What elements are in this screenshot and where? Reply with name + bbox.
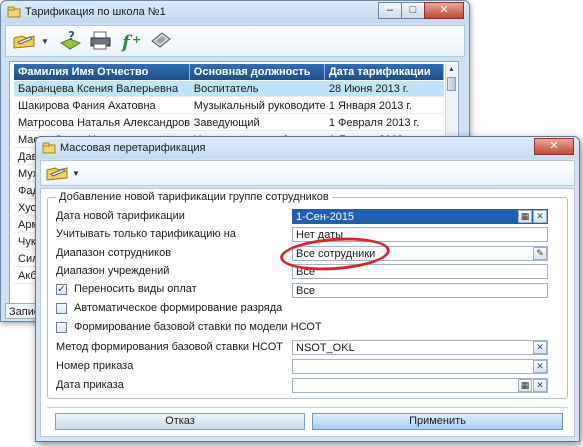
transfer-payments-value: Все xyxy=(296,285,315,297)
dialog-body: Добавление новой тарификации группе сотр… xyxy=(40,188,575,437)
nsot-method-input[interactable]: NSOT_OKL ✕ xyxy=(292,340,548,355)
order-number-label: Номер приказа xyxy=(56,360,134,372)
calendar-icon[interactable]: ▦ xyxy=(518,379,532,392)
institution-range-input[interactable]: Все xyxy=(292,264,548,279)
chevron-down-icon[interactable]: ▼ xyxy=(41,37,49,46)
scroll-up-icon[interactable]: ▲ xyxy=(446,64,457,76)
dialog-title: Массовая перетарификация xyxy=(60,142,206,154)
svg-text:?: ? xyxy=(68,29,75,43)
column-header-position[interactable]: Основная должность xyxy=(190,64,325,80)
auto-grade-label: Автоматическое формирование разряда xyxy=(74,302,283,314)
table-row[interactable]: Матросова Наталья Александровна Заведующ… xyxy=(14,115,444,131)
institution-range-value: Все xyxy=(296,266,315,278)
column-header-name[interactable]: Фамилия Имя Отчество xyxy=(14,64,190,80)
date-input[interactable]: 1-Сен-2015 ▦ ✕ xyxy=(292,209,548,224)
auto-grade-checkbox[interactable] xyxy=(56,303,67,314)
transfer-payments-input[interactable]: Все xyxy=(292,283,548,298)
cell-position: Воспитатель xyxy=(193,83,259,95)
nsot-base-rate-checkbox[interactable] xyxy=(56,322,67,333)
dialog-titlebar[interactable]: Массовая перетарификация ✕ xyxy=(36,137,579,159)
clear-icon[interactable]: ✕ xyxy=(533,341,547,354)
table-row[interactable]: Баранцева Ксения Валерьевна Воспитатель … xyxy=(14,81,444,97)
table-row[interactable]: Шакирова Фания Ахатовна Музыкальный руко… xyxy=(14,98,444,114)
transfer-payments-label: Переносить виды оплат xyxy=(74,283,197,295)
institution-range-label: Диапазон учреждений xyxy=(56,265,170,277)
printer-icon[interactable] xyxy=(88,29,114,53)
minimize-button[interactable]: – xyxy=(378,2,402,19)
date-value: 1-Сен-2015 xyxy=(296,211,355,223)
cell-name: Шакирова Фания Ахатовна xyxy=(18,100,156,112)
staff-range-input[interactable]: Все сотрудники ✎ xyxy=(292,246,548,261)
edit-pencil-icon[interactable]: ✎ xyxy=(533,247,547,260)
cancel-button[interactable]: Отказ xyxy=(55,413,305,430)
order-number-input[interactable]: ✕ xyxy=(292,359,548,374)
cell-name: Баранцева Ксения Валерьевна xyxy=(18,83,179,95)
cell-date: 1 Февраля 2013 г. xyxy=(328,117,420,129)
staff-range-value: Все сотрудники xyxy=(296,248,376,260)
scroll-thumb[interactable] xyxy=(447,77,456,91)
nsot-base-rate-label: Формирование базовой ставки по модели НС… xyxy=(74,321,322,333)
chevron-down-icon[interactable]: ▼ xyxy=(72,169,80,178)
column-header-date[interactable]: Дата тарификации xyxy=(325,64,445,80)
main-toolbar: ▼ ? f + xyxy=(5,25,465,57)
cell-position: Заведующий xyxy=(193,117,260,129)
close-button[interactable]: ✕ xyxy=(424,2,464,19)
clear-icon[interactable]: ✕ xyxy=(533,210,547,223)
app-icon xyxy=(7,6,21,18)
dialog-close-button[interactable]: ✕ xyxy=(534,138,574,155)
dialog-toolbar: ▼ xyxy=(40,160,575,186)
cell-name: Матросова Наталья Александровна xyxy=(18,117,190,129)
clear-icon[interactable]: ✕ xyxy=(533,379,547,392)
staff-range-label: Диапазон сотрудников xyxy=(56,247,172,259)
cell-date: 1 Января 2013 г. xyxy=(328,100,413,112)
group-title: Добавление новой тарификации группе сотр… xyxy=(56,191,332,203)
nsot-method-label: Метод формирования базовой ставки НСОТ xyxy=(56,341,284,353)
date-label: Дата новой тарификации xyxy=(56,210,185,222)
calendar-icon[interactable]: ▦ xyxy=(518,210,532,223)
order-date-input[interactable]: ▦ ✕ xyxy=(292,378,548,393)
mass-retarification-dialog: Массовая перетарификация ✕ ▼ Добавление … xyxy=(35,136,580,442)
grid-header: Фамилия Имя Отчество Основная должность … xyxy=(14,64,445,80)
transfer-payments-checkbox[interactable]: ✓ xyxy=(56,284,67,295)
apply-button[interactable]: Применить xyxy=(312,413,563,430)
calculator-icon[interactable] xyxy=(148,29,174,53)
only-tarification-value: Нет даты xyxy=(296,229,344,241)
only-tarification-input[interactable]: Нет даты xyxy=(292,227,548,242)
cell-position: Музыкальный руководитель xyxy=(193,100,325,112)
folder-edit-icon[interactable] xyxy=(12,29,38,53)
main-window-titlebar[interactable]: Тарификация по школа №1 – □ ✕ xyxy=(1,1,469,23)
help-icon[interactable]: ? xyxy=(58,29,84,53)
main-window-title: Тарификация по школа №1 xyxy=(25,6,166,18)
svg-text:+: + xyxy=(132,33,141,46)
only-tarification-label: Учитывать только тарификацию на xyxy=(56,228,236,240)
app-icon xyxy=(42,142,56,154)
order-date-label: Дата приказа xyxy=(56,379,124,391)
formula-icon[interactable]: f + xyxy=(118,29,144,53)
group-new-tarification: Добавление новой тарификации группе сотр… xyxy=(47,191,568,399)
clear-icon[interactable]: ✕ xyxy=(533,360,547,373)
divider xyxy=(47,407,568,408)
cell-date: 28 Июня 2013 г. xyxy=(328,83,409,95)
folder-edit-icon[interactable] xyxy=(45,162,71,186)
maximize-button[interactable]: □ xyxy=(401,2,425,19)
nsot-method-value: NSOT_OKL xyxy=(296,342,355,354)
